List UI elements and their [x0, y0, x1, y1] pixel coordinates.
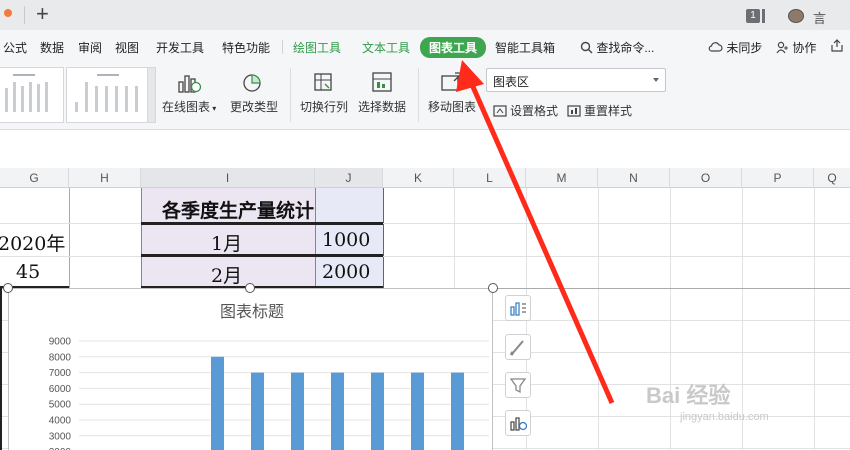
watermark-logo: Bai 经验 — [646, 383, 731, 408]
spreadsheet-window: + 1 言 公式 数据 审阅 视图 开发工具 特色功能 绘图工具 文本工具 图表… — [0, 0, 850, 450]
watermark-url: jingyan.baidu.com — [680, 411, 769, 423]
